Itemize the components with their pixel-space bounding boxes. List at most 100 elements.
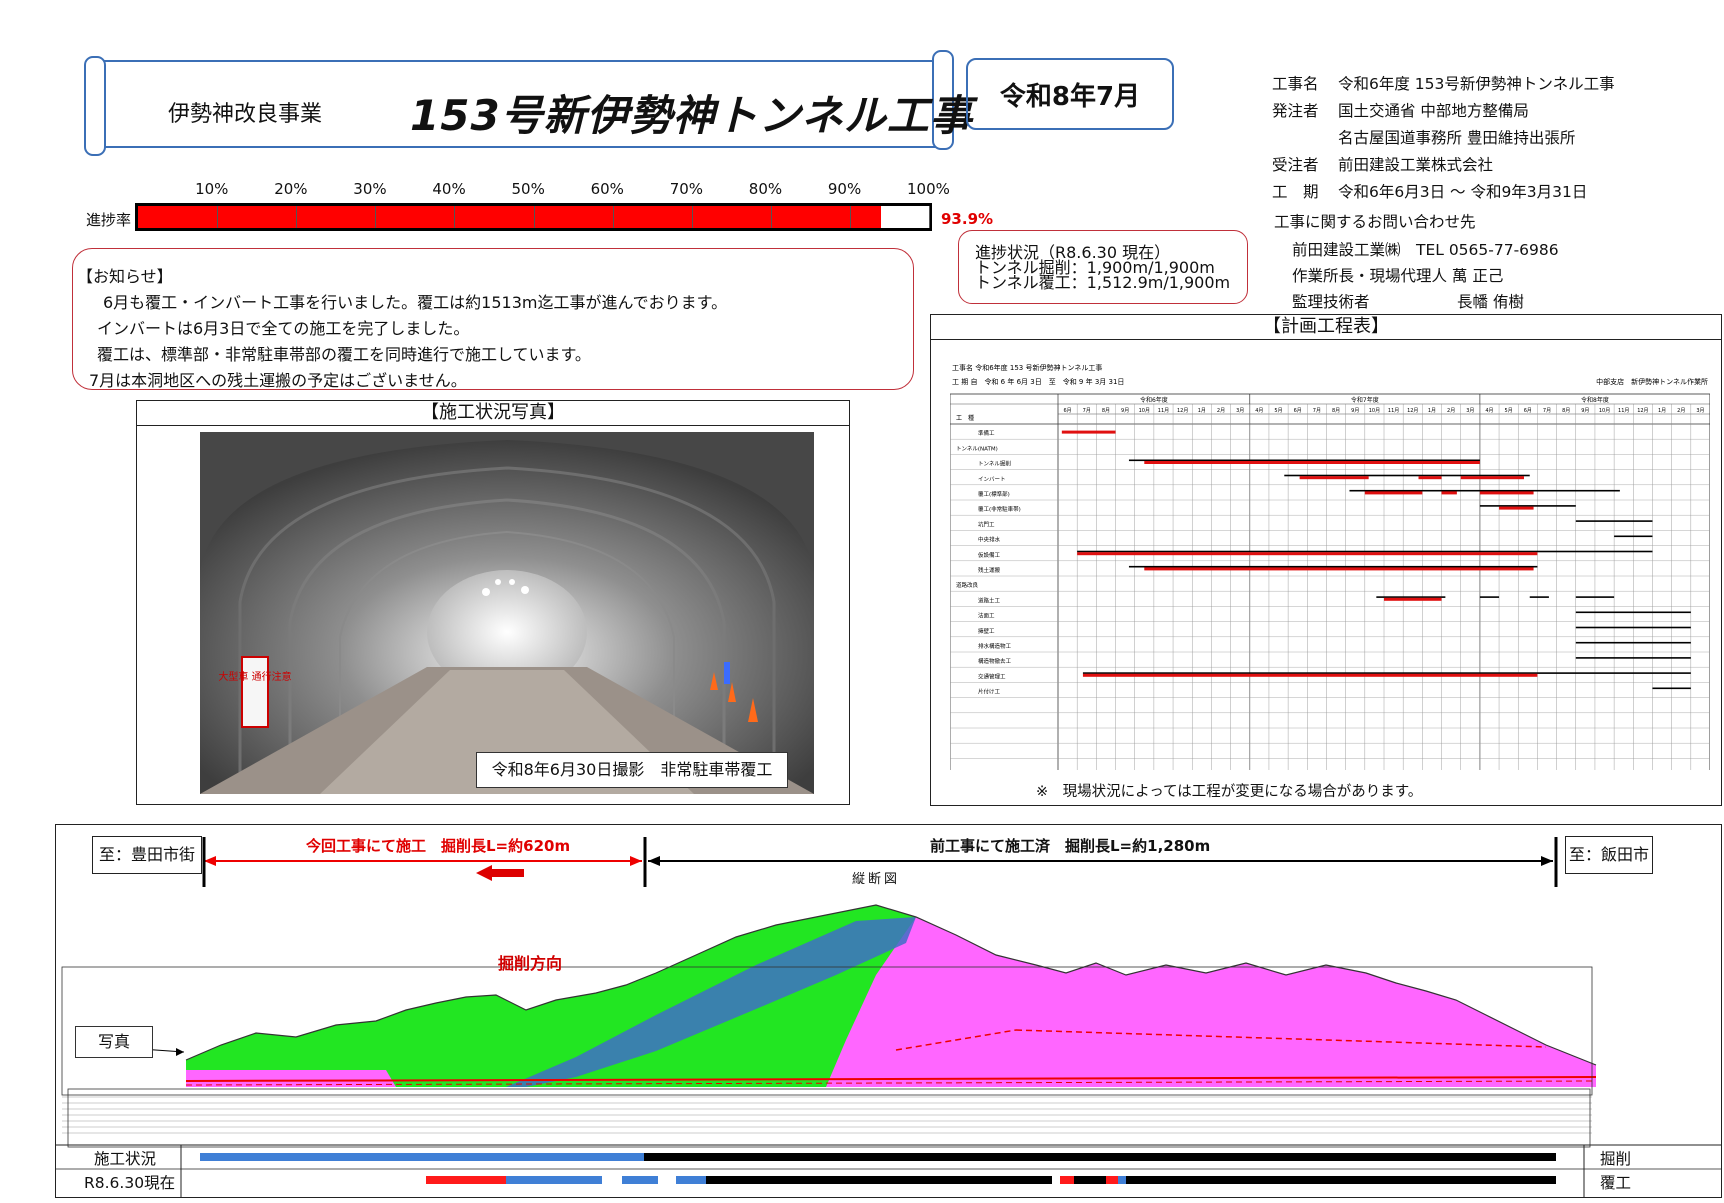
progress-label: 進捗率 xyxy=(86,211,132,229)
gantt-month-label: 6月 xyxy=(1524,408,1532,414)
gantt-month-label: 4月 xyxy=(1255,408,1263,414)
gantt-plan-bar xyxy=(1376,596,1446,598)
progress-tick-label: 60% xyxy=(590,180,624,198)
progress-bar xyxy=(135,203,932,231)
notice-box: 【お知らせ】 6月も覆工・インバート工事を行いました。覆工は約1513m迄工事が… xyxy=(72,248,914,390)
progress-tick-label: 10% xyxy=(195,180,229,198)
gantt-month-label: 9月 xyxy=(1351,408,1359,414)
gantt-month-label: 6月 xyxy=(1294,408,1302,414)
info-value: 令和6年度 153号新伊勢神トンネル工事 xyxy=(1338,75,1615,93)
gantt-row-label: 道路土工 xyxy=(978,596,1001,604)
gantt-row-label: トンネル(NATM) xyxy=(956,445,998,452)
photo-marker: 写真 xyxy=(75,1026,153,1058)
gantt-month-label: 8月 xyxy=(1102,408,1110,414)
gantt-row-label: 中央排水 xyxy=(978,536,1001,544)
gantt-month-label: 6月 xyxy=(1063,408,1071,414)
gantt-month-label: 9月 xyxy=(1121,408,1129,414)
lining-red-1 xyxy=(426,1176,506,1184)
progress-tick-label: 40% xyxy=(432,180,466,198)
gantt-row-label: 残土運搬 xyxy=(978,566,1001,574)
gantt-row-label: 片付け工 xyxy=(978,688,1001,696)
lining-black-2 xyxy=(1126,1176,1556,1184)
gantt-row-label: 覆工(非常駐車帯) xyxy=(978,505,1021,513)
project-label: 伊勢神改良事業 xyxy=(168,102,323,127)
gantt-row-label: 交通管理工 xyxy=(978,672,1006,680)
notice-heading: 【お知らせ】 xyxy=(77,267,173,286)
sign-text: 大型車 通行注意 xyxy=(218,670,291,683)
lining-blue-3 xyxy=(676,1176,706,1184)
gantt-year-label: 令和6年度 xyxy=(1140,396,1168,404)
gantt-actual-bar xyxy=(1144,567,1534,571)
gantt-row-label: 準備工 xyxy=(978,429,995,437)
terrain-green xyxy=(186,905,916,1087)
gantt-row-label: 覆工(標準部) xyxy=(978,490,1010,498)
info-value: 国土交通省 中部地方整備局 xyxy=(1338,102,1529,120)
lining-red-2 xyxy=(1060,1176,1074,1184)
progress-gridline xyxy=(770,206,772,228)
schedule-doc-line2: 工 期 自 令和 6 年 6月 3日 至 令和 9 年 3月 31日 xyxy=(952,377,1124,386)
gantt-month-label: 5月 xyxy=(1274,408,1282,414)
gantt-plan-bar xyxy=(1575,657,1691,659)
progress-gridline xyxy=(217,206,219,228)
gantt-actual-bar xyxy=(1441,491,1457,495)
info-row: 工 期 令和6年6月3日 ～ 令和9年3月31日 xyxy=(1272,180,1587,202)
contact-supervisor-role: 監理技術者 xyxy=(1292,293,1370,311)
contact-heading: 工事に関するお問い合わせ先 xyxy=(1274,213,1476,231)
photo-title: 【施工状況写真】 xyxy=(136,400,850,426)
gantt-month-label: 1月 xyxy=(1658,408,1666,414)
progress-fill xyxy=(138,206,881,228)
tunnel-photo-image: 大型車 通行注意 xyxy=(200,432,814,794)
gantt-plan-bar xyxy=(1575,520,1653,522)
gantt-actual-bar xyxy=(1479,491,1534,495)
gantt-month-label: 12月 xyxy=(1637,408,1648,414)
gantt-actual-bar xyxy=(1144,461,1480,464)
schedule-note: ※ 現場状況によっては工程が変更になる場合があります。 xyxy=(1036,784,1423,800)
contact-manager: 作業所長・現場代理人 萬 正己 xyxy=(1292,267,1504,285)
schedule-doc-line1: 工事名 令和6年度 153 号新伊勢神トンネル工事 xyxy=(952,363,1102,372)
gantt-month-label: 8月 xyxy=(1332,408,1340,414)
info-value: 前田建設工業株式会社 xyxy=(1338,156,1494,174)
progress-gridline xyxy=(849,206,851,228)
info-value: 令和6年6月3日 ～ 令和9年3月31日 xyxy=(1338,183,1588,201)
info-key: 受注者 xyxy=(1272,156,1319,174)
gantt-row-label: 擁壁工 xyxy=(978,627,995,635)
gantt-month-label: 7月 xyxy=(1083,408,1091,414)
gantt-plan-bar xyxy=(1575,596,1615,598)
gantt-month-label: 10月 xyxy=(1369,408,1380,414)
gantt-actual-bar xyxy=(1299,476,1369,480)
gantt-row-label: トンネル掘削 xyxy=(978,460,1011,468)
contact-company: 前田建設工業㈱ TEL 0565-77-6986 xyxy=(1292,241,1559,259)
lining-label: 覆工 xyxy=(1600,1174,1632,1192)
gantt-month-label: 7月 xyxy=(1543,408,1551,414)
progress-tick-label: 90% xyxy=(827,180,862,198)
progress-value: 93.9% xyxy=(941,210,994,228)
arrow-head-right xyxy=(630,856,642,866)
gantt-plan-bar xyxy=(1614,535,1653,538)
gantt-row-label: 排水構造物工 xyxy=(978,642,1012,650)
page-title: 153号新伊勢神トンネル工事 xyxy=(410,91,973,140)
excavation-done-current xyxy=(200,1153,644,1161)
photo-caption: 令和8年6月30日撮影 非常駐車帯覆工 xyxy=(476,752,788,788)
progress-gridline xyxy=(929,206,930,228)
contact-supervisor-name: 長幡 侑樹 xyxy=(1457,293,1524,311)
gantt-year-label: 令和8年度 xyxy=(1581,396,1609,404)
gantt-plan-bar xyxy=(1575,641,1691,644)
excavation-done-previous xyxy=(644,1153,1556,1161)
gantt-actual-bar xyxy=(1499,506,1534,510)
status-box: 進捗状況（R8.6.30 現在） トンネル掘削：1,900m/1,900m トン… xyxy=(958,230,1248,304)
gantt-plan-bar xyxy=(1479,505,1576,507)
gantt-row-label: 坑門工 xyxy=(978,520,995,528)
lining-black-1 xyxy=(706,1176,1052,1184)
progress-tick-label: 20% xyxy=(274,180,308,198)
gantt-row-label: 構造物撤去工 xyxy=(978,657,1012,665)
gantt-row-label: 法面工 xyxy=(978,612,995,620)
gantt-chart: 工事名 令和6年度 153 号新伊勢神トンネル工事工 期 自 令和 6 年 6月… xyxy=(950,363,1710,770)
info-value: 名古屋国道事務所 豊田維持出張所 xyxy=(1338,129,1576,147)
gantt-header-label: 工 種 xyxy=(956,414,974,422)
progress-tick-label: 80% xyxy=(748,180,783,198)
date-badge: 令和8年7月 xyxy=(966,58,1174,130)
tunnel-photo: 大型車 通行注意 xyxy=(200,432,814,794)
gantt-month-label: 2月 xyxy=(1447,408,1455,414)
profile-drawing xyxy=(56,837,1721,1197)
gantt-month-label: 10月 xyxy=(1599,408,1610,414)
